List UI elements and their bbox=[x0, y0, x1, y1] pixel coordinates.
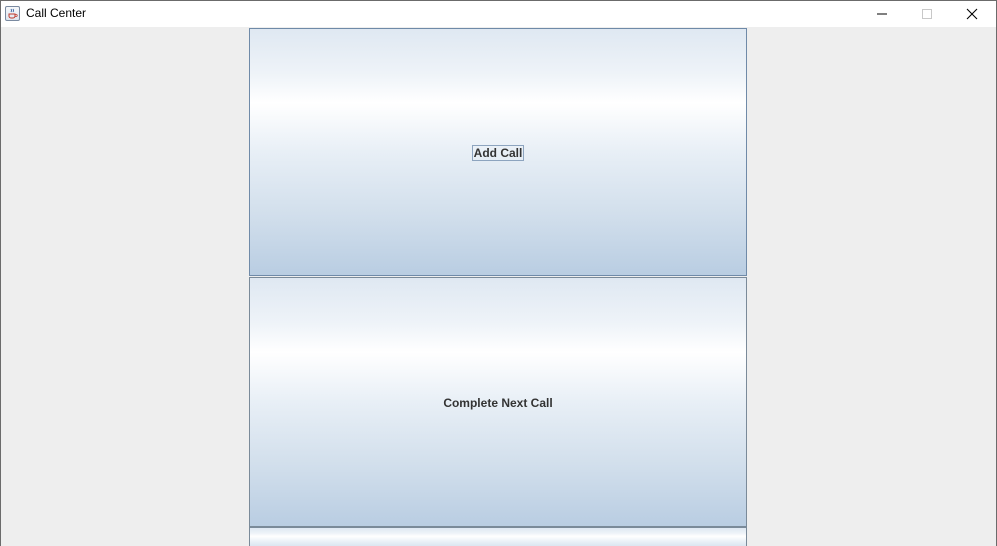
window-title: Call Center bbox=[26, 6, 87, 20]
title-bar[interactable]: Call Center bbox=[1, 1, 996, 27]
minimize-button[interactable] bbox=[859, 1, 905, 27]
complete-next-call-label: Complete Next Call bbox=[443, 396, 553, 410]
close-icon bbox=[966, 8, 978, 20]
third-button[interactable] bbox=[249, 527, 747, 546]
add-call-button[interactable]: Add Call bbox=[249, 28, 747, 276]
content-pane: Add Call Complete Next Call bbox=[1, 27, 996, 546]
java-cup-icon[interactable] bbox=[5, 6, 20, 21]
maximize-button[interactable] bbox=[904, 1, 950, 27]
minimize-icon bbox=[877, 13, 887, 15]
maximize-icon bbox=[922, 9, 932, 19]
complete-next-call-button[interactable]: Complete Next Call bbox=[249, 277, 747, 527]
close-button[interactable] bbox=[949, 1, 995, 27]
add-call-label: Add Call bbox=[471, 145, 525, 161]
app-window: Call Center Add Call Complete Next Call bbox=[0, 0, 997, 546]
